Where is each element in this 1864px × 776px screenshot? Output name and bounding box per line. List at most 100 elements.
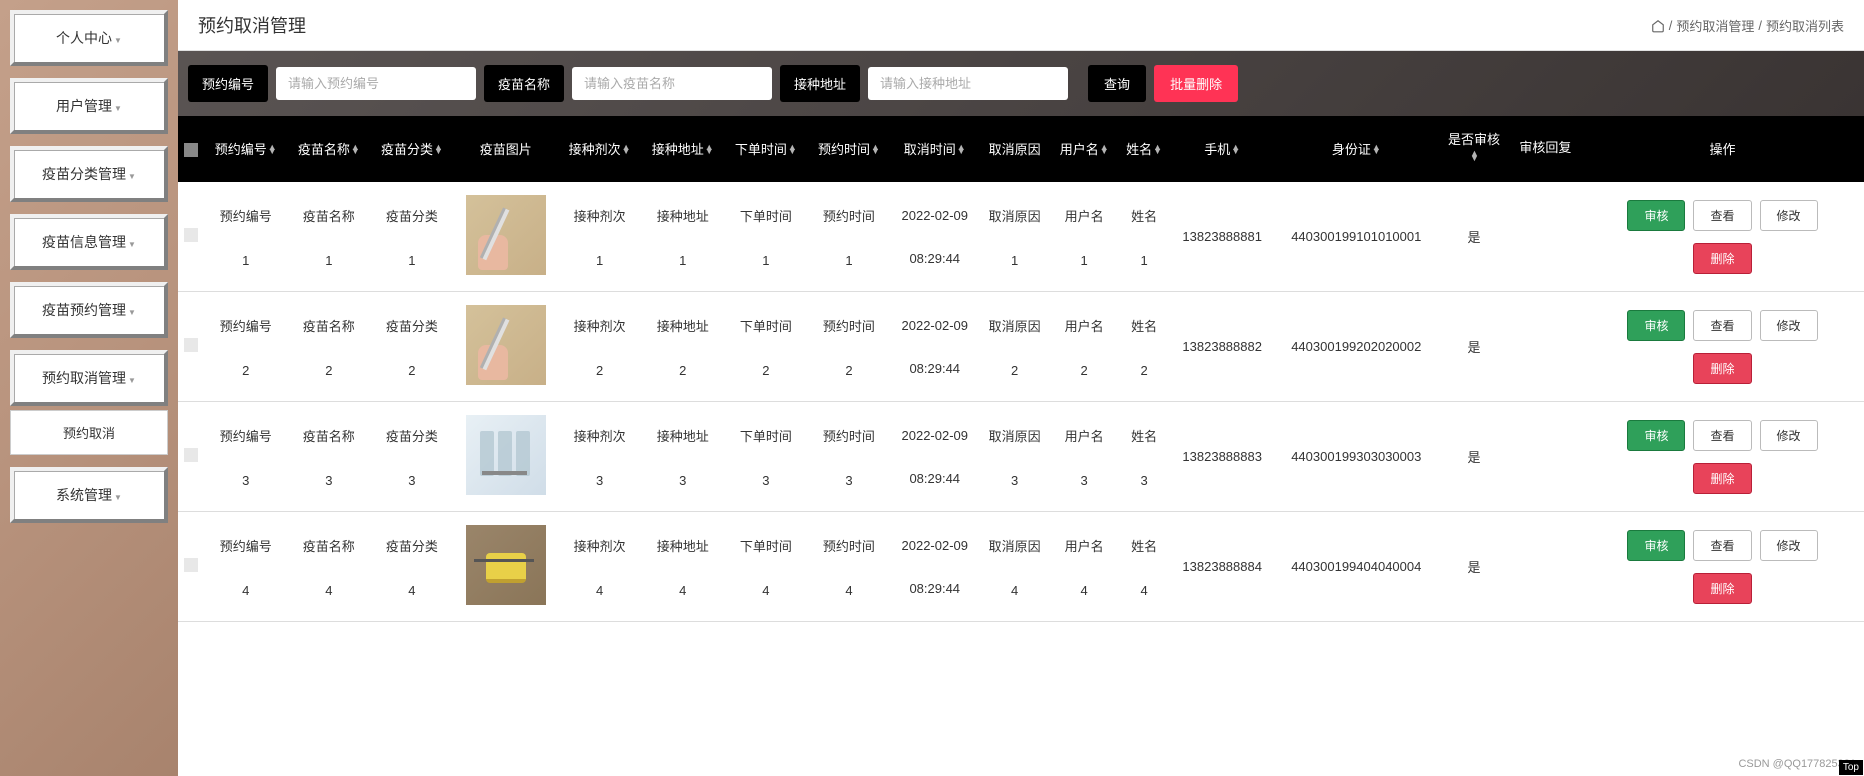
home-icon[interactable] xyxy=(1651,17,1665,33)
cell-vaccine-image xyxy=(453,402,558,512)
sidebar-item-vaccine-category[interactable]: 疫苗分类管理▼ xyxy=(10,146,168,202)
cell-dose: 接种剂次1 xyxy=(558,182,641,292)
th-vaccine-name[interactable]: 疫苗名称 xyxy=(287,116,370,182)
cell-dose: 接种剂次3 xyxy=(558,402,641,512)
th-order-time[interactable]: 下单时间 xyxy=(724,116,807,182)
sidebar-item-label: 疫苗预约管理 xyxy=(42,302,126,318)
vaccine-image xyxy=(466,305,546,385)
delete-button[interactable]: 删除 xyxy=(1693,243,1751,274)
sidebar-item-label: 疫苗分类管理 xyxy=(42,166,126,182)
view-button[interactable]: 查看 xyxy=(1693,200,1751,231)
th-username[interactable]: 用户名 xyxy=(1050,116,1118,182)
sidebar-item-user-mgmt[interactable]: 用户管理▼ xyxy=(10,78,168,134)
cell-is-audit: 是 xyxy=(1438,512,1509,622)
audit-button[interactable]: 审核 xyxy=(1627,200,1685,231)
sidebar-item-system[interactable]: 系统管理▼ xyxy=(10,467,168,523)
th-cancel-time[interactable]: 取消时间 xyxy=(890,116,979,182)
cell-id-card: 440300199202020002 xyxy=(1274,292,1438,402)
sidebar-sub-label: 预约取消 xyxy=(63,426,115,441)
chevron-down-icon: ▼ xyxy=(128,240,136,249)
table-container: 预约编号 疫苗名称 疫苗分类 疫苗图片 接种剂次 接种地址 下单时间 预约时间 … xyxy=(178,116,1864,776)
sort-icon xyxy=(957,145,966,154)
delete-button[interactable]: 删除 xyxy=(1693,353,1751,384)
filter-bar: 预约编号 疫苗名称 接种地址 查询 批量删除 xyxy=(178,51,1864,116)
batch-delete-button[interactable]: 批量删除 xyxy=(1154,65,1238,102)
cell-vaccine-name: 疫苗名称1 xyxy=(287,182,370,292)
cell-appointment-time: 预约时间1 xyxy=(807,182,890,292)
table-row: 预约编号4 疫苗名称4 疫苗分类4 接种剂次4 接种地址4 下单时间4 预约时间… xyxy=(178,512,1864,622)
cell-cancel-reason: 取消原因4 xyxy=(979,512,1050,622)
edit-button[interactable]: 修改 xyxy=(1760,310,1818,341)
cell-vaccine-image xyxy=(453,182,558,292)
audit-button[interactable]: 审核 xyxy=(1627,530,1685,561)
cell-vaccine-name: 疫苗名称2 xyxy=(287,292,370,402)
cell-cancel-time: 2022-02-0908:29:44 xyxy=(890,182,979,292)
sort-icon xyxy=(1153,145,1162,154)
page-header: 预约取消管理 / 预约取消管理 / 预约取消列表 xyxy=(178,0,1864,51)
edit-button[interactable]: 修改 xyxy=(1760,530,1818,561)
search-button[interactable]: 查询 xyxy=(1088,65,1146,102)
edit-button[interactable]: 修改 xyxy=(1760,200,1818,231)
row-checkbox[interactable] xyxy=(184,228,198,242)
sidebar-item-label: 预约取消管理 xyxy=(42,370,126,386)
sort-icon xyxy=(705,145,714,154)
th-id-card[interactable]: 身份证 xyxy=(1274,116,1438,182)
edit-button[interactable]: 修改 xyxy=(1760,420,1818,451)
view-button[interactable]: 查看 xyxy=(1693,420,1751,451)
cell-is-audit: 是 xyxy=(1438,292,1509,402)
top-badge[interactable]: Top xyxy=(1839,760,1863,775)
th-is-audit[interactable]: 是否审核 xyxy=(1438,116,1509,182)
table-row: 预约编号1 疫苗名称1 疫苗分类1 接种剂次1 接种地址1 下单时间1 预约时间… xyxy=(178,182,1864,292)
cell-address: 接种地址3 xyxy=(641,402,724,512)
sort-icon xyxy=(622,145,631,154)
cell-checkbox xyxy=(178,512,204,622)
vaccine-name-input[interactable] xyxy=(572,67,772,100)
cell-is-audit: 是 xyxy=(1438,402,1509,512)
sidebar-item-cancel-mgmt[interactable]: 预约取消管理▼ xyxy=(10,350,168,406)
breadcrumb-item: 预约取消列表 xyxy=(1766,16,1844,35)
cell-vaccine-category: 疫苗分类2 xyxy=(370,292,453,402)
th-address[interactable]: 接种地址 xyxy=(641,116,724,182)
th-vaccine-category[interactable]: 疫苗分类 xyxy=(370,116,453,182)
cell-appointment-time: 预约时间4 xyxy=(807,512,890,622)
cell-name: 姓名4 xyxy=(1118,512,1170,622)
sidebar-item-label: 用户管理 xyxy=(56,98,112,114)
sidebar-item-vaccine-appointment[interactable]: 疫苗预约管理▼ xyxy=(10,282,168,338)
sidebar-sub-cancel-list[interactable]: 预约取消 xyxy=(10,410,168,455)
view-button[interactable]: 查看 xyxy=(1693,310,1751,341)
cell-actions: 审核 查看 修改 删除 xyxy=(1581,292,1864,402)
delete-button[interactable]: 删除 xyxy=(1693,573,1751,604)
cell-id-card: 440300199303030003 xyxy=(1274,402,1438,512)
address-input[interactable] xyxy=(868,67,1068,100)
select-all-checkbox[interactable] xyxy=(184,143,198,157)
cell-vaccine-name: 疫苗名称3 xyxy=(287,402,370,512)
th-audit-reply: 审核回复 xyxy=(1510,116,1581,182)
cell-appointment-time: 预约时间3 xyxy=(807,402,890,512)
th-dose[interactable]: 接种剂次 xyxy=(558,116,641,182)
th-checkbox xyxy=(178,116,204,182)
breadcrumb-item[interactable]: 预约取消管理 xyxy=(1676,16,1754,35)
table-row: 预约编号2 疫苗名称2 疫苗分类2 接种剂次2 接种地址2 下单时间2 预约时间… xyxy=(178,292,1864,402)
sort-icon xyxy=(434,145,443,154)
audit-button[interactable]: 审核 xyxy=(1627,310,1685,341)
sort-icon xyxy=(1372,145,1381,154)
row-checkbox[interactable] xyxy=(184,448,198,462)
th-appointment-time[interactable]: 预约时间 xyxy=(807,116,890,182)
sidebar-item-personal[interactable]: 个人中心▼ xyxy=(10,10,168,66)
cell-cancel-time: 2022-02-0908:29:44 xyxy=(890,512,979,622)
th-phone[interactable]: 手机 xyxy=(1170,116,1274,182)
appointment-no-input[interactable] xyxy=(276,67,476,100)
view-button[interactable]: 查看 xyxy=(1693,530,1751,561)
cell-vaccine-image xyxy=(453,292,558,402)
sort-icon xyxy=(871,145,880,154)
sort-icon xyxy=(351,145,360,154)
audit-button[interactable]: 审核 xyxy=(1627,420,1685,451)
cell-audit-reply xyxy=(1510,402,1581,512)
row-checkbox[interactable] xyxy=(184,558,198,572)
th-name[interactable]: 姓名 xyxy=(1118,116,1170,182)
cell-username: 用户名4 xyxy=(1050,512,1118,622)
row-checkbox[interactable] xyxy=(184,338,198,352)
sidebar-item-vaccine-info[interactable]: 疫苗信息管理▼ xyxy=(10,214,168,270)
delete-button[interactable]: 删除 xyxy=(1693,463,1751,494)
th-appointment-no[interactable]: 预约编号 xyxy=(204,116,287,182)
